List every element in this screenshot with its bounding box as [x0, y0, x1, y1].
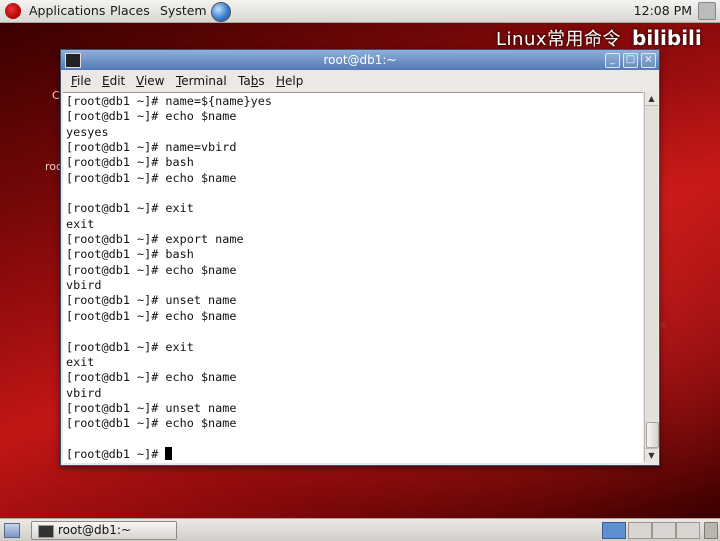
terminal-line: vbird	[66, 278, 102, 293]
terminal-line: [root@db1 ~]# name=vbird	[66, 140, 237, 155]
close-button[interactable]: ×	[641, 53, 656, 68]
scroll-up-arrow-icon[interactable]: ▲	[645, 92, 658, 106]
scroll-thumb[interactable]	[646, 422, 659, 448]
menu-file[interactable]: File	[71, 74, 91, 89]
minimize-button[interactable]: _	[605, 53, 620, 68]
terminal-icon	[65, 53, 81, 68]
menu-terminal-rest: erminal	[181, 74, 227, 88]
desktop-glyph: C	[52, 89, 60, 102]
terminal-line: [root@db1 ~]# echo $name	[66, 416, 237, 431]
terminal-line: [root@db1 ~]# name=${name}yes	[66, 94, 272, 108]
menu-view[interactable]: View	[136, 74, 164, 89]
menu-terminal[interactable]: Terminal	[176, 74, 227, 89]
terminal-cursor	[165, 446, 173, 460]
terminal-line: [root@db1 ~]# exit	[66, 339, 194, 354]
terminal-line: [root@db1 ~]# echo $name	[66, 262, 237, 277]
terminal-window: root@db1:~ _ □ × File Edit View Terminal…	[60, 49, 660, 466]
terminal-line: [root@db1 ~]# echo $name	[66, 170, 237, 185]
maximize-button[interactable]: □	[623, 53, 638, 68]
terminal-line: [root@db1 ~]# exit	[66, 201, 194, 216]
taskbar-window-button[interactable]: root@db1:~	[31, 521, 177, 540]
menu-tabs[interactable]: Tabs	[238, 74, 265, 89]
menu-help-rest: elp	[285, 74, 304, 88]
bottom-panel: root@db1:~	[0, 518, 720, 541]
bilibili-logo: bilibili	[632, 26, 702, 50]
menu-edit[interactable]: Edit	[102, 74, 125, 89]
terminal-line: vbird	[66, 385, 102, 400]
menu-file-rest: ile	[77, 74, 92, 88]
workspace-1[interactable]	[602, 522, 626, 539]
menu-system[interactable]: System	[160, 3, 207, 19]
terminal-line: [root@db1 ~]# echo $name	[66, 308, 237, 323]
menu-help-mnemonic: H	[276, 74, 286, 88]
window-title: root@db1:~	[323, 53, 397, 67]
terminal-line: [root@db1 ~]# echo $name	[66, 109, 237, 124]
video-overlay-title: Linux常用命令	[496, 29, 621, 50]
workspace-4[interactable]	[676, 522, 700, 539]
top-panel: Applications Places System 12:08 PM	[0, 0, 720, 23]
terminal-line: [root@db1 ~]# export name	[66, 232, 244, 247]
menu-view-rest: iew	[143, 74, 165, 88]
clock[interactable]: 12:08 PM	[634, 3, 692, 19]
terminal-line: [root@db1 ~]# unset name	[66, 400, 237, 415]
globe-icon[interactable]	[211, 2, 231, 22]
terminal-line: exit	[66, 354, 95, 369]
terminal-prompt: [root@db1 ~]#	[66, 446, 166, 461]
window-titlebar[interactable]: root@db1:~ _ □ ×	[61, 50, 659, 70]
show-desktop-icon[interactable]	[4, 523, 20, 538]
terminal-icon	[38, 525, 54, 538]
workspace-2[interactable]	[628, 522, 652, 539]
terminal-menubar: File Edit View Terminal Tabs Help	[61, 70, 659, 92]
terminal-line: [root@db1 ~]# echo $name	[66, 370, 237, 385]
workspace-3[interactable]	[652, 522, 676, 539]
terminal-output[interactable]: [root@db1 ~]# name=${name}yes [root@db1 ~…	[63, 92, 643, 463]
menu-edit-rest: dit	[109, 74, 126, 88]
terminal-line: [root@db1 ~]# unset name	[66, 293, 237, 308]
notification-icon[interactable]	[698, 2, 716, 20]
menu-tabs-rest: s	[258, 74, 265, 88]
terminal-lines: [root@db1 ~]# name=${name}yes [root@db1 ~…	[66, 94, 272, 462]
taskbar-window-label: root@db1:~	[58, 523, 132, 537]
menu-applications[interactable]: Applications	[29, 3, 105, 19]
terminal-line: [root@db1 ~]# bash	[66, 155, 194, 170]
menu-help[interactable]: Help	[276, 74, 303, 89]
terminal-prompt-line: [root@db1 ~]#	[66, 446, 272, 462]
trash-icon[interactable]	[704, 522, 718, 539]
vertical-scrollbar[interactable]: ▲ ▼	[644, 92, 659, 462]
terminal-line: exit	[66, 216, 95, 231]
terminal-line: yesyes	[66, 124, 109, 139]
fedora-logo-icon[interactable]	[5, 3, 21, 19]
scroll-down-arrow-icon[interactable]: ▼	[645, 448, 658, 462]
menu-edit-mnemonic: E	[102, 74, 110, 88]
menu-places[interactable]: Places	[110, 3, 150, 19]
terminal-line: [root@db1 ~]# bash	[66, 247, 194, 262]
menu-tabs-pre: Ta	[238, 74, 251, 88]
menu-view-mnemonic: V	[136, 74, 144, 88]
